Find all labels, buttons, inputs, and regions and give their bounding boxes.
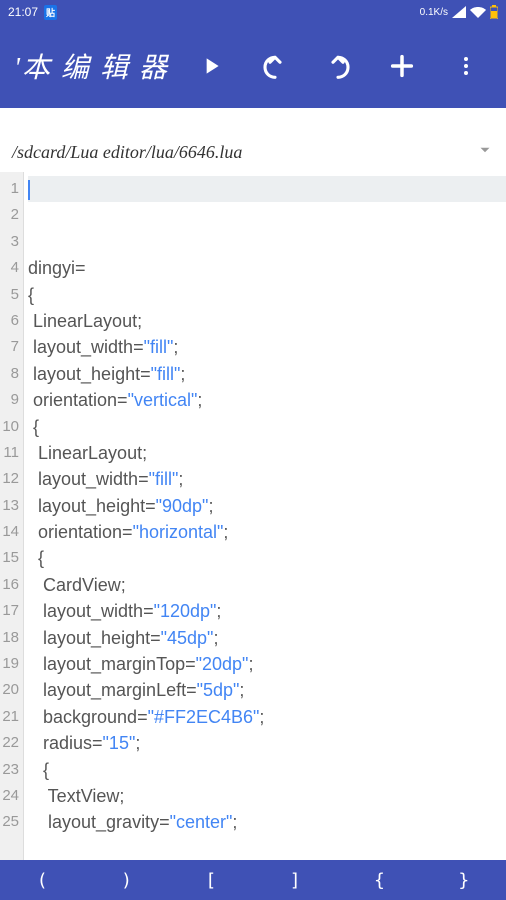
code-line[interactable]: background="#FF2EC4B6"; — [28, 704, 506, 730]
line-number: 7 — [0, 334, 23, 360]
code-line[interactable] — [28, 202, 506, 228]
text-cursor — [28, 180, 30, 200]
line-number: 11 — [0, 440, 23, 466]
code-line[interactable]: LinearLayout; — [28, 440, 506, 466]
line-number: 15 — [0, 545, 23, 571]
spacer — [0, 108, 506, 132]
code-line[interactable]: { — [28, 414, 506, 440]
app-title: '本 编 辑 器 — [8, 46, 179, 86]
line-number: 4 — [0, 255, 23, 281]
code-line[interactable]: layout_width="120dp"; — [28, 598, 506, 624]
line-number: 10 — [0, 414, 23, 440]
add-button[interactable] — [380, 44, 424, 88]
status-net-speed: 0.1K/s — [420, 7, 448, 18]
code-line[interactable]: layout_marginLeft="5dp"; — [28, 677, 506, 703]
line-number: 22 — [0, 730, 23, 756]
run-button[interactable] — [189, 44, 233, 88]
code-editor[interactable]: 1234567891011121314151617181920212223242… — [0, 172, 506, 860]
line-number: 1 — [0, 176, 23, 202]
undo-button[interactable] — [253, 44, 297, 88]
file-path-bar[interactable]: /sdcard/Lua editor/lua/6646.lua — [0, 132, 506, 172]
line-number: 5 — [0, 282, 23, 308]
code-line[interactable]: CardView; — [28, 572, 506, 598]
wifi-icon — [470, 6, 486, 18]
status-app-icon: 贴 — [44, 5, 57, 20]
app-bar: '本 编 辑 器 — [0, 24, 506, 108]
code-line[interactable]: layout_height="45dp"; — [28, 625, 506, 651]
line-number: 6 — [0, 308, 23, 334]
line-number: 2 — [0, 202, 23, 228]
line-number-gutter: 1234567891011121314151617181920212223242… — [0, 172, 24, 860]
code-line[interactable]: orientation="horizontal"; — [28, 519, 506, 545]
symbol-bar: ()[]{} — [0, 860, 506, 900]
code-line[interactable]: { — [28, 545, 506, 571]
code-line[interactable]: { — [28, 757, 506, 783]
file-path-text: /sdcard/Lua editor/lua/6646.lua — [12, 142, 476, 163]
code-line[interactable]: LinearLayout; — [28, 308, 506, 334]
code-line[interactable]: layout_height="90dp"; — [28, 493, 506, 519]
code-line[interactable]: dingyi= — [28, 255, 506, 281]
line-number: 9 — [0, 387, 23, 413]
code-line[interactable]: radius="15"; — [28, 730, 506, 756]
line-number: 14 — [0, 519, 23, 545]
symbol-key[interactable]: { — [337, 870, 421, 891]
status-time: 21:07 — [8, 5, 38, 19]
line-number: 12 — [0, 466, 23, 492]
code-area[interactable]: dingyi={ LinearLayout; layout_width="fil… — [24, 172, 506, 860]
code-line[interactable]: layout_height="fill"; — [28, 361, 506, 387]
more-button[interactable] — [444, 44, 488, 88]
chevron-down-icon[interactable] — [476, 141, 494, 164]
line-number: 3 — [0, 229, 23, 255]
line-number: 25 — [0, 809, 23, 835]
code-line[interactable]: orientation="vertical"; — [28, 387, 506, 413]
line-number: 19 — [0, 651, 23, 677]
line-number: 21 — [0, 704, 23, 730]
battery-icon — [490, 5, 498, 19]
code-line[interactable] — [28, 229, 506, 255]
redo-button[interactable] — [316, 44, 360, 88]
code-line[interactable]: TextView; — [28, 783, 506, 809]
symbol-key[interactable]: ] — [253, 870, 337, 891]
symbol-key[interactable]: ( — [0, 870, 84, 891]
code-line[interactable]: layout_width="fill"; — [28, 334, 506, 360]
code-line[interactable]: layout_width="fill"; — [28, 466, 506, 492]
code-line[interactable]: layout_gravity="center"; — [28, 809, 506, 835]
line-number: 20 — [0, 677, 23, 703]
code-line[interactable] — [28, 176, 506, 202]
signal-icon — [452, 6, 466, 18]
code-line[interactable]: layout_marginTop="20dp"; — [28, 651, 506, 677]
code-line[interactable]: { — [28, 282, 506, 308]
symbol-key[interactable]: ) — [84, 870, 168, 891]
line-number: 8 — [0, 361, 23, 387]
line-number: 17 — [0, 598, 23, 624]
line-number: 23 — [0, 757, 23, 783]
status-bar: 21:07 贴 0.1K/s — [0, 0, 506, 24]
line-number: 24 — [0, 783, 23, 809]
symbol-key[interactable]: } — [422, 870, 506, 891]
line-number: 13 — [0, 493, 23, 519]
line-number: 16 — [0, 572, 23, 598]
symbol-key[interactable]: [ — [169, 870, 253, 891]
line-number: 18 — [0, 625, 23, 651]
